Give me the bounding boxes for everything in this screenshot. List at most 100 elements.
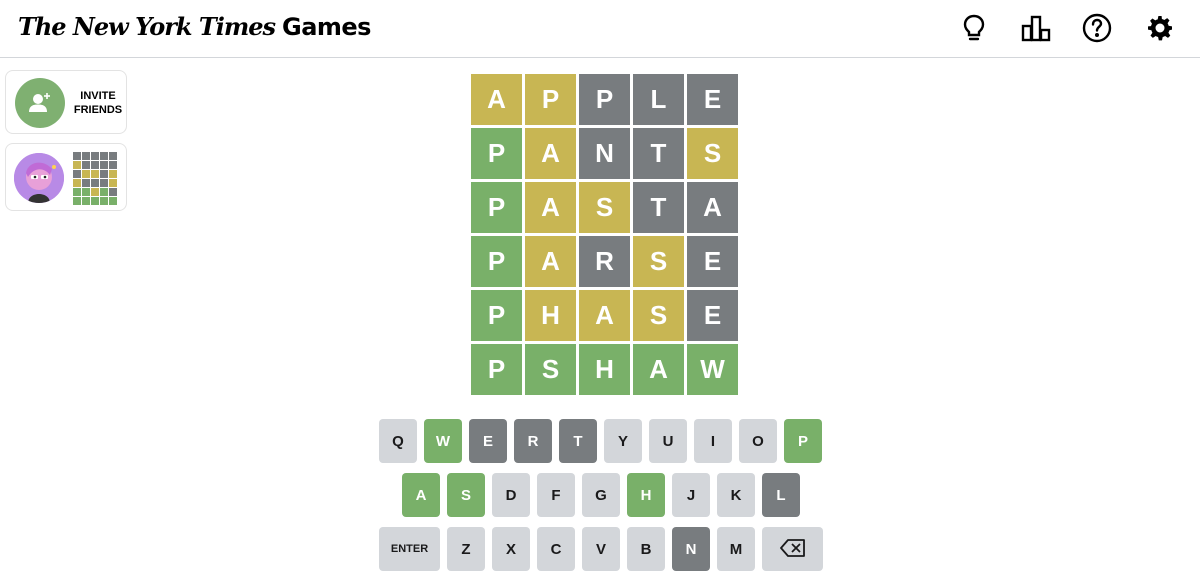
mini-grid-cell — [82, 197, 90, 205]
mini-grid-cell — [109, 197, 117, 205]
mini-grid-cell — [91, 197, 99, 205]
board-tile: L — [633, 74, 684, 125]
mini-grid-cell — [100, 170, 108, 178]
board-tile: A — [579, 290, 630, 341]
board-tile: A — [633, 344, 684, 395]
mini-grid-cell — [91, 161, 99, 169]
board-tile: P — [471, 290, 522, 341]
key-u[interactable]: U — [649, 419, 687, 463]
key-m[interactable]: M — [717, 527, 755, 571]
logo-brand: The New York Times — [18, 12, 276, 41]
board-tile: S — [525, 344, 576, 395]
backspace-key[interactable] — [762, 527, 823, 571]
board-tile: S — [579, 182, 630, 233]
board-tile: E — [687, 236, 738, 287]
key-w[interactable]: W — [424, 419, 462, 463]
board-tile: A — [525, 236, 576, 287]
mini-grid-cell — [109, 161, 117, 169]
key-o[interactable]: O — [739, 419, 777, 463]
board-tile: R — [579, 236, 630, 287]
game-board: APPLEPANTSPASTAPARSEPHASEPSHAW — [471, 74, 738, 395]
stats-bar-chart-icon[interactable] — [1019, 11, 1053, 45]
key-d[interactable]: D — [492, 473, 530, 517]
key-i[interactable]: I — [694, 419, 732, 463]
mini-grid-cell — [82, 170, 90, 178]
key-e[interactable]: E — [469, 419, 507, 463]
add-friend-icon — [15, 78, 65, 128]
header-bar: The New York Times Games — [0, 0, 1200, 58]
key-j[interactable]: J — [672, 473, 710, 517]
mini-grid-cell — [73, 170, 81, 178]
key-v[interactable]: V — [582, 527, 620, 571]
key-t[interactable]: T — [559, 419, 597, 463]
key-b[interactable]: B — [627, 527, 665, 571]
key-q[interactable]: Q — [379, 419, 417, 463]
mini-grid-cell — [100, 152, 108, 160]
mini-grid-cell — [82, 188, 90, 196]
key-f[interactable]: F — [537, 473, 575, 517]
mini-grid-cell — [82, 152, 90, 160]
invite-friends-button[interactable]: INVITE FRIENDS — [5, 70, 127, 134]
key-x[interactable]: X — [492, 527, 530, 571]
mini-grid-cell — [100, 197, 108, 205]
backspace-icon — [779, 538, 806, 560]
key-s[interactable]: S — [447, 473, 485, 517]
help-question-icon[interactable] — [1080, 11, 1114, 45]
key-a[interactable]: A — [402, 473, 440, 517]
keyboard-row-1: QWERTYUIOP — [379, 419, 822, 463]
key-c[interactable]: C — [537, 527, 575, 571]
mini-grid-cell — [109, 170, 117, 178]
board-tile: A — [687, 182, 738, 233]
key-n[interactable]: N — [672, 527, 710, 571]
mini-grid-cell — [100, 179, 108, 187]
mini-grid-cell — [73, 188, 81, 196]
board-tile: H — [525, 290, 576, 341]
mini-grid-cell — [73, 179, 81, 187]
logo-product: Games — [282, 13, 371, 41]
friend-result-card[interactable] — [5, 143, 127, 211]
mini-grid-cell — [82, 179, 90, 187]
board-tile: A — [525, 128, 576, 179]
mini-grid-cell — [109, 188, 117, 196]
mini-grid-cell — [91, 152, 99, 160]
board-tile: S — [633, 236, 684, 287]
mini-grid-cell — [91, 170, 99, 178]
board-tile: P — [579, 74, 630, 125]
settings-gear-icon[interactable] — [1143, 11, 1177, 45]
hint-lightbulb-icon[interactable] — [957, 11, 991, 45]
board-tile: T — [633, 182, 684, 233]
board-tile: P — [471, 128, 522, 179]
key-l[interactable]: L — [762, 473, 800, 517]
mini-grid-cell — [82, 161, 90, 169]
board-tile: A — [525, 182, 576, 233]
board-tile: A — [471, 74, 522, 125]
invite-label-line1: INVITE — [80, 90, 116, 102]
nyt-games-logo[interactable]: The New York Times Games — [18, 12, 371, 41]
board-tile: E — [687, 74, 738, 125]
key-g[interactable]: G — [582, 473, 620, 517]
friend-avatar — [14, 153, 64, 203]
key-r[interactable]: R — [514, 419, 552, 463]
key-y[interactable]: Y — [604, 419, 642, 463]
board-tile: N — [579, 128, 630, 179]
board-tile: S — [633, 290, 684, 341]
key-z[interactable]: Z — [447, 527, 485, 571]
keyboard-row-2: ASDFGHJKL — [402, 473, 800, 517]
enter-key[interactable]: ENTER — [379, 527, 440, 571]
mini-grid-cell — [109, 179, 117, 187]
mini-grid-cell — [109, 152, 117, 160]
board-tile: T — [633, 128, 684, 179]
board-tile: H — [579, 344, 630, 395]
invite-label-line2: FRIENDS — [73, 104, 123, 116]
key-h[interactable]: H — [627, 473, 665, 517]
mini-grid-cell — [100, 188, 108, 196]
key-p[interactable]: P — [784, 419, 822, 463]
mini-grid-cell — [91, 179, 99, 187]
board-tile: E — [687, 290, 738, 341]
board-tile: S — [687, 128, 738, 179]
mini-grid-cell — [100, 161, 108, 169]
keyboard-row-3: ENTER Z X C V B N M — [379, 527, 823, 571]
board-tile: P — [471, 344, 522, 395]
key-k[interactable]: K — [717, 473, 755, 517]
invite-friends-label: INVITE FRIENDS — [72, 89, 124, 117]
